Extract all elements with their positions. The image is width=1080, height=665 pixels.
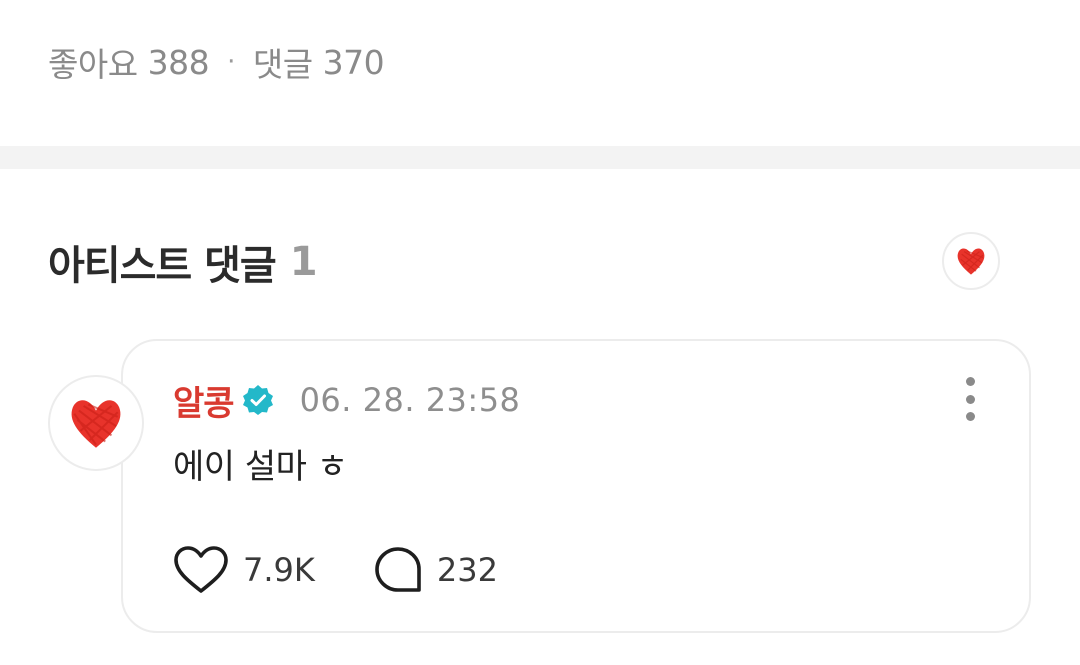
artist-comment-card: 알콩 06. 28. 23:58 에이 설마 ㅎ 7.9K 232 xyxy=(121,339,1031,633)
heart-scribble-icon xyxy=(71,400,121,448)
artist-comments-title: 아티스트 댓글 xyxy=(48,243,277,289)
section-divider xyxy=(0,146,1080,169)
stats-separator: · xyxy=(227,47,235,77)
artist-comments-header: 아티스트 댓글 1 xyxy=(48,232,318,292)
artist-filter-avatar[interactable] xyxy=(942,232,1000,290)
heart-outline-icon xyxy=(174,546,228,593)
speech-bubble-icon xyxy=(375,547,421,592)
post-stats: 좋아요 388 · 댓글 370 xyxy=(48,38,385,86)
more-vertical-icon[interactable] xyxy=(955,377,985,421)
comments-count: 370 xyxy=(322,42,385,82)
author-name[interactable]: 알콩 xyxy=(173,376,235,425)
comments-label: 댓글 xyxy=(252,45,313,84)
like-count: 7.9K xyxy=(243,551,315,589)
author-avatar[interactable] xyxy=(48,375,144,471)
verified-badge-icon xyxy=(242,384,274,416)
likes-count: 388 xyxy=(147,42,210,82)
likes-label: 좋아요 xyxy=(48,45,138,84)
heart-scribble-icon xyxy=(957,248,985,275)
comment-actions: 7.9K 232 xyxy=(173,545,498,595)
like-button[interactable]: 7.9K xyxy=(173,545,315,595)
comment-meta: 알콩 06. 28. 23:58 xyxy=(173,375,520,425)
comment-timestamp: 06. 28. 23:58 xyxy=(299,381,521,419)
reply-button[interactable]: 232 xyxy=(373,545,498,595)
artist-comments-count: 1 xyxy=(289,239,318,285)
comment-text: 에이 설마 ㅎ xyxy=(173,447,348,487)
reply-count: 232 xyxy=(436,551,498,589)
